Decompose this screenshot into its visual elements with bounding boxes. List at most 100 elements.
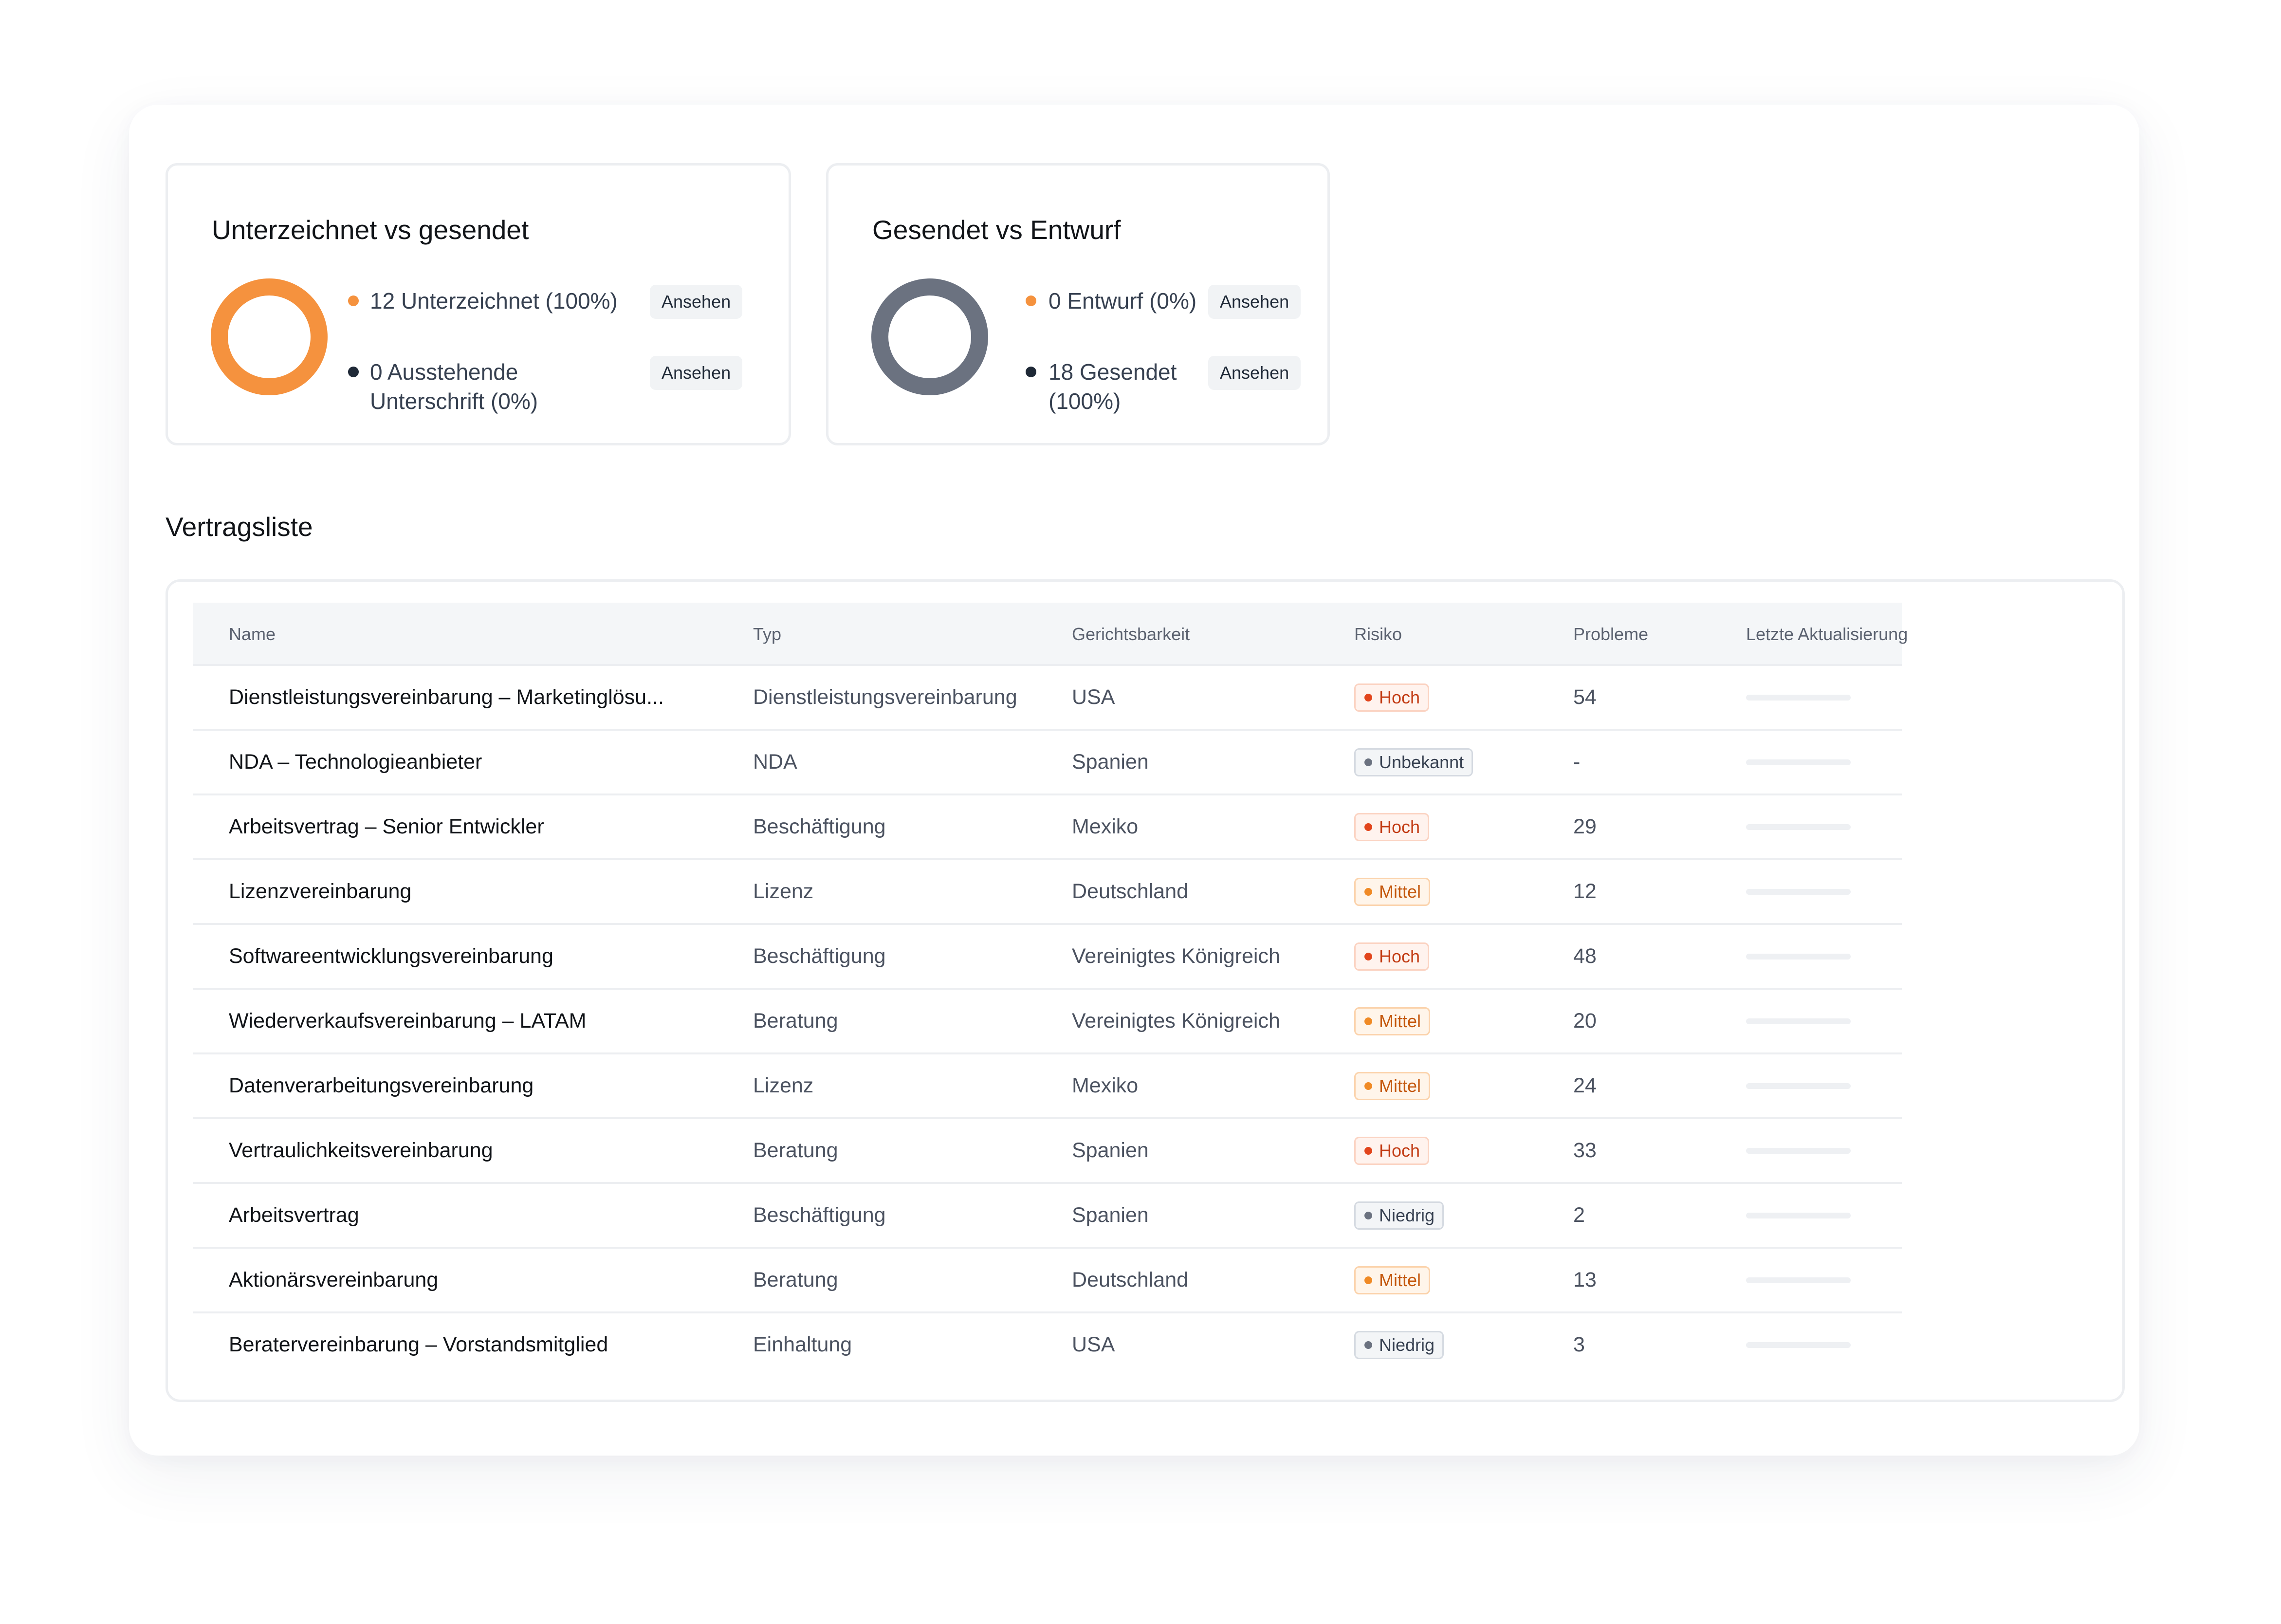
contract-jurisdiction: Spanien bbox=[1072, 1203, 1149, 1227]
contract-type: Lizenz bbox=[753, 1074, 814, 1097]
table-row[interactable]: Beratervereinbarung – Vorstandsmitglied E… bbox=[193, 1313, 1902, 1378]
last-updated-placeholder bbox=[1746, 824, 1851, 830]
table-row[interactable]: Datenverarbeitungsvereinbarung Lizenz Mexi… bbox=[193, 1054, 1902, 1119]
table-header: Name Typ Gerichtsbarkeit Risiko Probleme… bbox=[193, 603, 1908, 666]
legend-signed: 12 Unterzeichnet (100%) bbox=[370, 288, 618, 314]
risk-badge: Mittel bbox=[1354, 1266, 1431, 1294]
contract-name[interactable]: Dienstleistungsvereinbarung – Marketingl… bbox=[229, 666, 664, 729]
issue-count: 24 bbox=[1573, 1074, 1597, 1097]
risk-badge: Hoch bbox=[1354, 942, 1430, 971]
sent-vs-draft-card: Gesendet vs Entwurf 0 Entwurf (0%) Anseh… bbox=[826, 163, 1330, 445]
contract-name[interactable]: Arbeitsvertrag – Senior Entwickler bbox=[229, 795, 544, 858]
view-signed-button[interactable]: Ansehen bbox=[650, 285, 743, 319]
card-title: Gesendet vs Entwurf bbox=[872, 215, 1121, 245]
issue-count: 12 bbox=[1573, 880, 1597, 903]
issue-count: 48 bbox=[1573, 944, 1597, 968]
risk-badge: Unbekannt bbox=[1354, 748, 1473, 776]
legend-pending-line1: 0 Ausstehende bbox=[370, 359, 518, 385]
last-updated-placeholder bbox=[1746, 1018, 1851, 1024]
risk-badge: Hoch bbox=[1354, 813, 1430, 841]
contract-type: NDA bbox=[753, 750, 797, 774]
risk-badge: Mittel bbox=[1354, 878, 1431, 906]
contract-type: Beratung bbox=[753, 1139, 838, 1162]
signed-vs-sent-card: Unterzeichnet vs gesendet 12 Unterzeichn… bbox=[166, 163, 791, 445]
contract-name[interactable]: Wiederverkaufsvereinbarung – LATAM bbox=[229, 990, 587, 1052]
table-row[interactable]: Softwareentwicklungsvereinbarung Beschäft… bbox=[193, 925, 1902, 990]
contract-type: Beratung bbox=[753, 1268, 838, 1292]
last-updated-placeholder bbox=[1746, 1213, 1851, 1218]
view-pending-button[interactable]: Ansehen bbox=[650, 356, 743, 390]
column-header-jurisdiction[interactable]: Gerichtsbarkeit bbox=[1072, 603, 1190, 666]
contract-jurisdiction: Mexiko bbox=[1072, 1074, 1139, 1097]
issue-count: 33 bbox=[1573, 1139, 1597, 1162]
contract-type: Einhaltung bbox=[753, 1333, 852, 1356]
contract-name[interactable]: Vertraulichkeitsvereinbarung bbox=[229, 1119, 493, 1182]
contract-jurisdiction: Vereinigtes Königreich bbox=[1072, 1009, 1280, 1033]
contract-name[interactable]: Aktionärsvereinbarung bbox=[229, 1249, 438, 1311]
view-draft-button[interactable]: Ansehen bbox=[1208, 285, 1301, 319]
issue-count: 29 bbox=[1573, 815, 1597, 838]
table-row[interactable]: NDA – Technologieanbieter NDA Spanien Unbek… bbox=[193, 731, 1902, 795]
legend-dot-dark bbox=[348, 367, 359, 377]
risk-badge: Mittel bbox=[1354, 1072, 1431, 1100]
contract-jurisdiction: Spanien bbox=[1072, 1139, 1149, 1162]
legend-draft: 0 Entwurf (0%) bbox=[1049, 288, 1197, 314]
table-row[interactable]: Dienstleistungsvereinbarung – Marketingl… bbox=[193, 666, 1902, 731]
legend-dot-dark bbox=[1026, 367, 1036, 377]
legend-pending-line2: Unterschrift (0%) bbox=[370, 388, 538, 414]
last-updated-placeholder bbox=[1746, 1083, 1851, 1089]
contract-jurisdiction: Spanien bbox=[1072, 750, 1149, 774]
risk-badge: Mittel bbox=[1354, 1007, 1431, 1035]
contract-type: Dienstleistungsvereinbarung bbox=[753, 685, 1017, 709]
table-row[interactable]: Aktionärsvereinbarung Beratung Deutschland… bbox=[193, 1249, 1902, 1313]
issue-count: 2 bbox=[1573, 1203, 1585, 1227]
table-row[interactable]: Arbeitsvertrag – Senior Entwickler Beschä… bbox=[193, 795, 1902, 860]
contract-name[interactable]: Arbeitsvertrag bbox=[229, 1184, 359, 1247]
contract-type: Beschäftigung bbox=[753, 944, 886, 968]
signed-donut-chart bbox=[211, 278, 328, 395]
card-title: Unterzeichnet vs gesendet bbox=[212, 215, 529, 245]
last-updated-placeholder bbox=[1746, 1277, 1851, 1283]
table-row[interactable]: Lizenzvereinbarung Lizenz Deutschland Mitte… bbox=[193, 860, 1902, 925]
last-updated-placeholder bbox=[1746, 759, 1851, 765]
contract-jurisdiction: Vereinigtes Königreich bbox=[1072, 944, 1280, 968]
column-header-name[interactable]: Name bbox=[229, 603, 276, 666]
column-header-last-updated[interactable]: Letzte Aktualisierung bbox=[1746, 603, 1908, 666]
contract-jurisdiction: Mexiko bbox=[1072, 815, 1139, 838]
issue-count: 54 bbox=[1573, 685, 1597, 709]
contract-type: Beschäftigung bbox=[753, 815, 886, 838]
last-updated-placeholder bbox=[1746, 695, 1851, 701]
table-row[interactable]: Wiederverkaufsvereinbarung – LATAM Beratu… bbox=[193, 990, 1902, 1054]
issue-count: 3 bbox=[1573, 1333, 1585, 1356]
contract-type: Lizenz bbox=[753, 880, 814, 903]
contract-type: Beratung bbox=[753, 1009, 838, 1033]
table-row[interactable]: Vertraulichkeitsvereinbarung Beratung Span… bbox=[193, 1119, 1902, 1184]
last-updated-placeholder bbox=[1746, 1148, 1851, 1154]
column-header-issues[interactable]: Probleme bbox=[1573, 603, 1648, 666]
legend-sent-line2: (100%) bbox=[1049, 388, 1121, 414]
issue-count: 13 bbox=[1573, 1268, 1597, 1292]
contract-name[interactable]: NDA – Technologieanbieter bbox=[229, 731, 482, 794]
contract-name[interactable]: Beratervereinbarung – Vorstandsmitglied bbox=[229, 1313, 608, 1376]
legend-dot-orange bbox=[1026, 295, 1036, 306]
risk-badge: Hoch bbox=[1354, 683, 1430, 712]
last-updated-placeholder bbox=[1746, 954, 1851, 960]
last-updated-placeholder bbox=[1746, 1342, 1851, 1348]
column-header-type[interactable]: Typ bbox=[753, 603, 781, 666]
contract-name[interactable]: Datenverarbeitungsvereinbarung bbox=[229, 1054, 533, 1117]
contract-name[interactable]: Softwareentwicklungsvereinbarung bbox=[229, 925, 553, 988]
contract-name[interactable]: Lizenzvereinbarung bbox=[229, 860, 411, 923]
legend-dot-orange bbox=[348, 295, 359, 306]
table-row[interactable]: Arbeitsvertrag Beschäftigung Spanien Niedri… bbox=[193, 1184, 1902, 1249]
risk-badge: Niedrig bbox=[1354, 1331, 1444, 1359]
view-sent-button[interactable]: Ansehen bbox=[1208, 356, 1301, 390]
contract-jurisdiction: Deutschland bbox=[1072, 1268, 1189, 1292]
risk-badge: Niedrig bbox=[1354, 1201, 1444, 1230]
column-header-risk[interactable]: Risiko bbox=[1354, 603, 1402, 666]
contract-type: Beschäftigung bbox=[753, 1203, 886, 1227]
last-updated-placeholder bbox=[1746, 889, 1851, 895]
contract-jurisdiction: Deutschland bbox=[1072, 880, 1189, 903]
contract-list-title: Vertragsliste bbox=[166, 512, 313, 542]
issue-count: 20 bbox=[1573, 1009, 1597, 1033]
legend-sent-line1: 18 Gesendet bbox=[1049, 359, 1177, 385]
